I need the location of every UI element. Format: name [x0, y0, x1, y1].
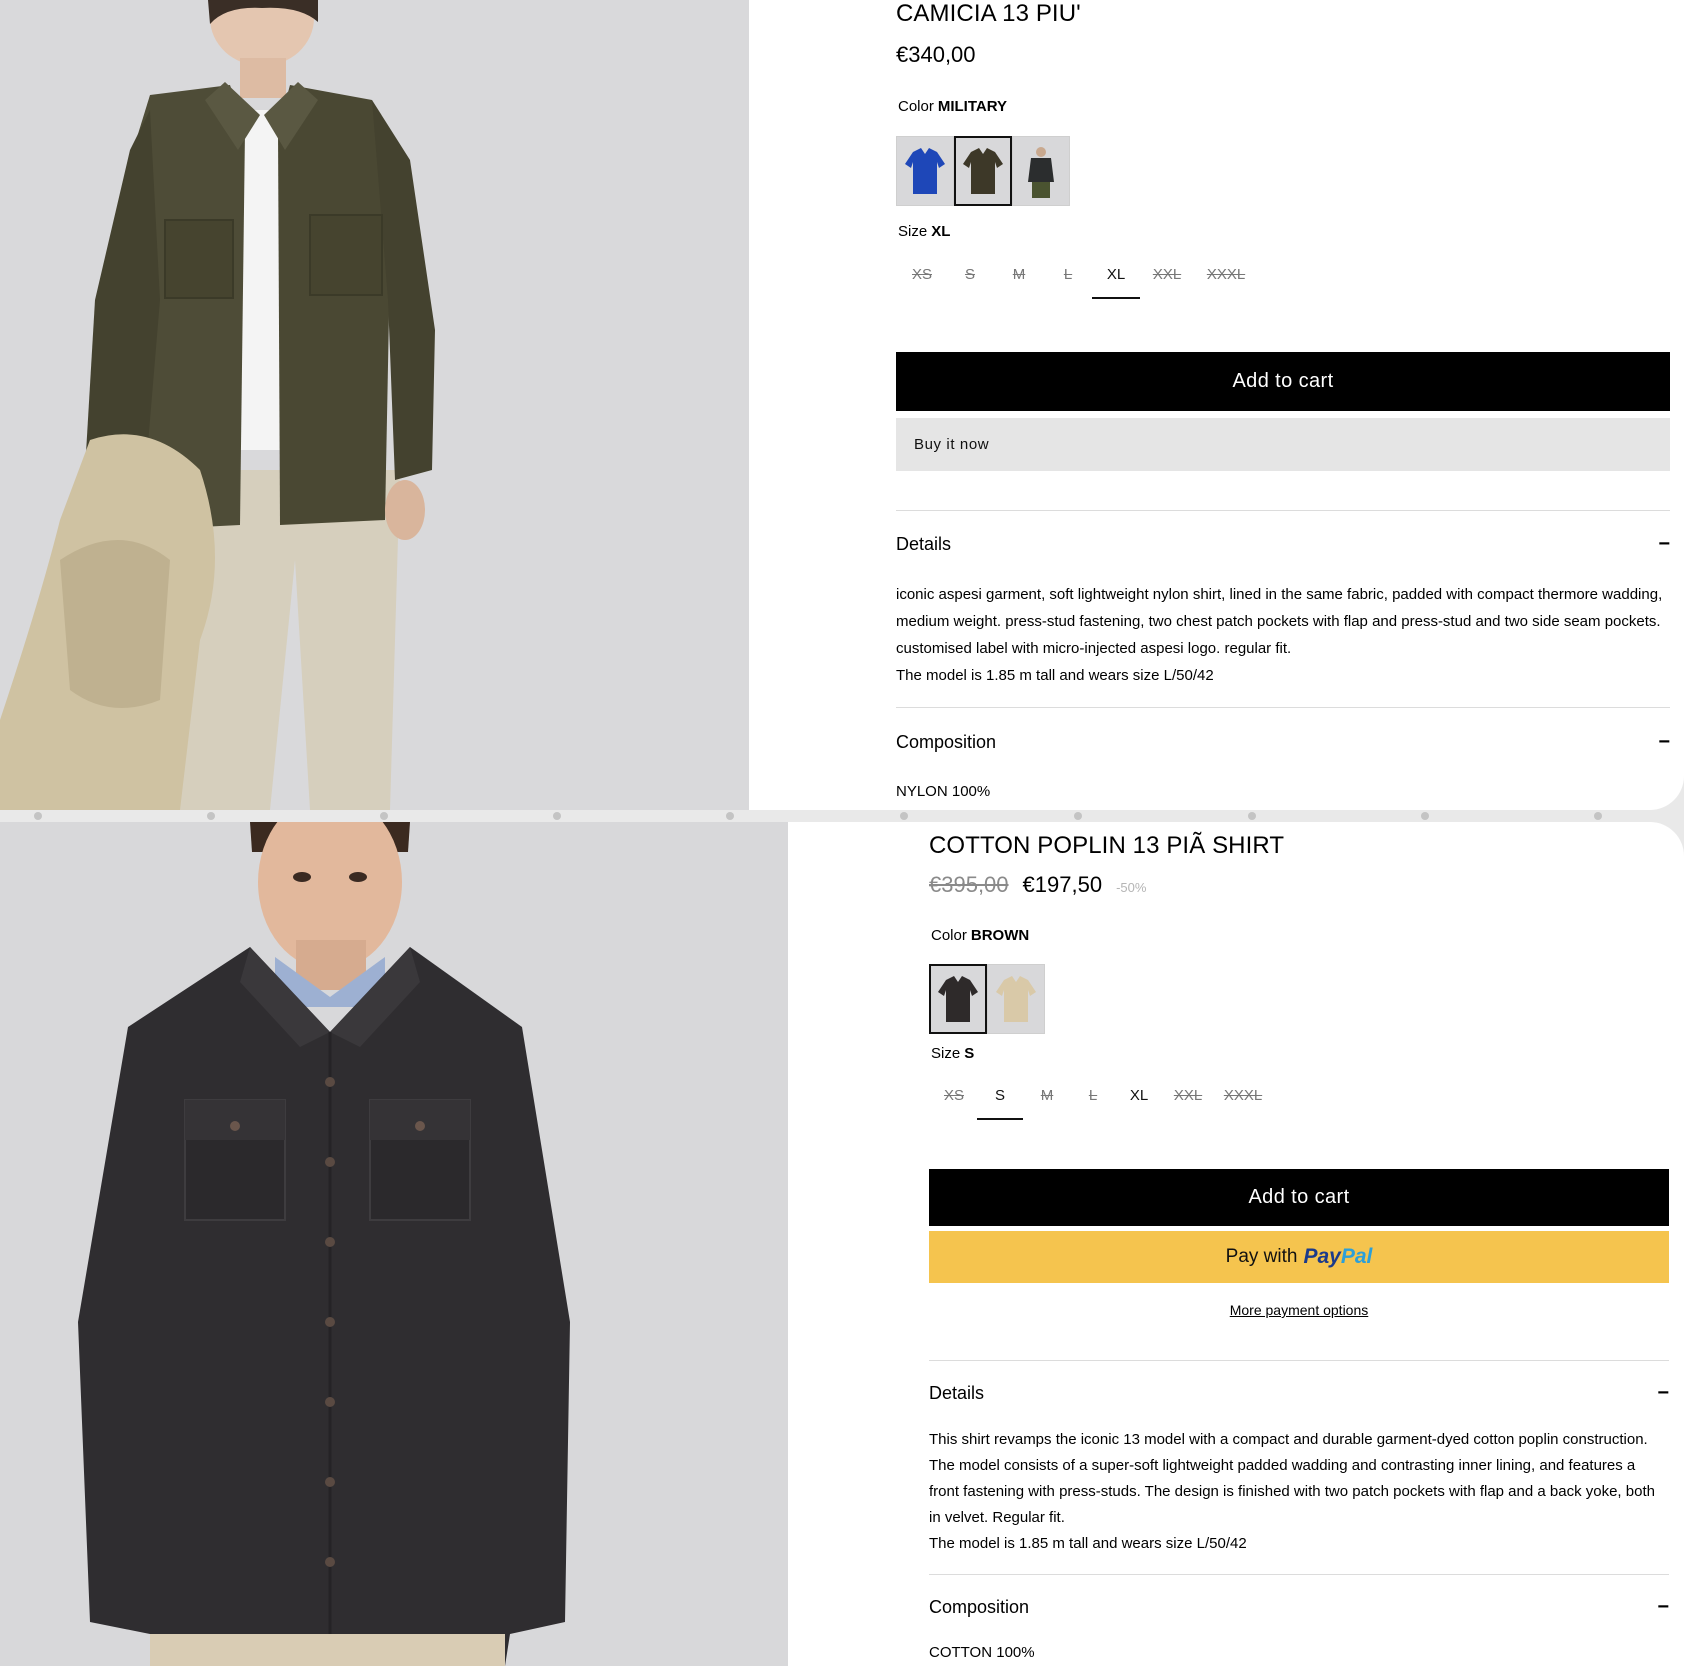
size-option-s[interactable]: S: [977, 1072, 1023, 1120]
more-payment-options-link[interactable]: More payment options: [929, 1302, 1669, 1318]
discount-badge: -50%: [1116, 880, 1147, 895]
carousel-dot[interactable]: [1594, 812, 1602, 820]
composition-accordion-header[interactable]: Composition −: [896, 729, 1670, 755]
details-heading: Details: [929, 1382, 985, 1403]
price-row: €395,00 €197,50 -50%: [929, 872, 1146, 898]
product-title: CAMICIA 13 PIU': [896, 0, 1081, 27]
shirt-thumb-icon: [938, 976, 978, 1022]
divider: [929, 1360, 1669, 1361]
product-price: €340,00: [896, 42, 976, 67]
product-title: COTTON POPLIN 13 PIÃ SHIRT: [929, 832, 1285, 859]
sale-price: €197,50: [1022, 872, 1103, 897]
size-option-xxxl[interactable]: XXXL: [1213, 1072, 1273, 1118]
carousel-dot[interactable]: [207, 812, 215, 820]
carousel-dots: [0, 810, 1684, 822]
composition-text: COTTON 100%: [929, 1644, 1035, 1661]
model-image: [0, 822, 788, 1666]
buy-it-now-button[interactable]: Buy it now: [896, 418, 1670, 471]
swatch-beige[interactable]: [987, 964, 1045, 1034]
product-photo-military-shirt: [0, 0, 749, 810]
size-label-text: Size: [931, 1045, 961, 1062]
size-option-xl[interactable]: XL: [1092, 251, 1140, 299]
size-option-xs[interactable]: XS: [898, 251, 946, 297]
model-thumb-icon: [1028, 147, 1054, 198]
collapse-icon[interactable]: −: [1657, 1383, 1669, 1403]
product-photo-brown-shirt: [0, 822, 788, 1666]
size-option-xs[interactable]: XS: [931, 1072, 977, 1118]
size-label: Size XL: [898, 223, 950, 240]
shirt-thumb-icon: [963, 148, 1003, 194]
size-options: XS S M L XL XXL XXXL: [931, 1072, 1273, 1120]
size-option-xl[interactable]: XL: [1115, 1072, 1163, 1118]
carousel-dot[interactable]: [1248, 812, 1256, 820]
size-option-m[interactable]: M: [994, 251, 1044, 297]
paypal-button[interactable]: Pay with PayPal: [929, 1231, 1669, 1283]
swatch-military[interactable]: [954, 136, 1012, 206]
selected-color: BROWN: [970, 927, 1030, 944]
color-swatches: [896, 136, 1070, 206]
color-label: Color MILITARY: [898, 98, 1007, 115]
carousel-dot[interactable]: [726, 812, 734, 820]
collapse-icon[interactable]: −: [1657, 1597, 1669, 1617]
size-option-l[interactable]: L: [1071, 1072, 1115, 1118]
selected-color: MILITARY: [937, 98, 1008, 115]
size-option-l[interactable]: L: [1044, 251, 1092, 297]
composition-accordion-header[interactable]: Composition −: [929, 1594, 1669, 1620]
selected-size: S: [964, 1045, 975, 1062]
model-info: The model is 1.85 m tall and wears size …: [896, 667, 1214, 684]
composition-text: NYLON 100%: [896, 783, 991, 800]
size-option-m[interactable]: M: [1023, 1072, 1071, 1118]
color-label-text: Color: [931, 927, 967, 944]
size-options: XS S M L XL XXL XXXL: [898, 251, 1258, 299]
size-option-s[interactable]: S: [946, 251, 994, 297]
carousel-dot[interactable]: [1074, 812, 1082, 820]
selected-size: XL: [931, 223, 951, 240]
color-swatches: [929, 964, 1045, 1034]
model-image: [0, 0, 749, 810]
size-option-xxl[interactable]: XXL: [1140, 251, 1194, 297]
product-panel-cotton-poplin: COTTON POPLIN 13 PIÃ SHIRT €395,00 €197,…: [0, 822, 1684, 1666]
details-heading: Details: [896, 533, 952, 554]
size-option-xxl[interactable]: XXL: [1163, 1072, 1213, 1118]
price-row: €340,00: [896, 42, 976, 68]
add-to-cart-button[interactable]: Add to cart: [929, 1169, 1669, 1226]
collapse-icon[interactable]: −: [1658, 732, 1670, 752]
add-to-cart-button[interactable]: Add to cart: [896, 352, 1670, 411]
paypal-logo-icon: PayPal: [1303, 1245, 1373, 1268]
details-text: This shirt revamps the iconic 13 model w…: [929, 1431, 1655, 1526]
composition-body: COTTON 100%: [929, 1640, 1669, 1666]
color-label: Color BROWN: [931, 927, 1029, 944]
size-label: Size S: [931, 1045, 974, 1062]
color-label-text: Color: [898, 98, 934, 115]
swatch-blue[interactable]: [896, 136, 954, 206]
original-price: €395,00: [929, 872, 1009, 897]
shirt-thumb-icon: [905, 148, 945, 194]
details-text: iconic aspesi garment, soft lightweight …: [896, 586, 1663, 657]
composition-body: NYLON 100%: [896, 778, 1670, 805]
carousel-dot[interactable]: [380, 812, 388, 820]
details-accordion-header[interactable]: Details −: [929, 1380, 1669, 1406]
carousel-dot[interactable]: [1421, 812, 1429, 820]
paypal-prefix: Pay with: [1225, 1246, 1298, 1267]
details-accordion-header[interactable]: Details −: [896, 531, 1670, 557]
composition-heading: Composition: [896, 731, 997, 752]
swatch-brown[interactable]: [929, 964, 987, 1034]
model-info: The model is 1.85 m tall and wears size …: [929, 1535, 1247, 1552]
swatch-black[interactable]: [1012, 136, 1070, 206]
collapse-icon[interactable]: −: [1658, 534, 1670, 554]
carousel-dot[interactable]: [553, 812, 561, 820]
composition-heading: Composition: [929, 1596, 1030, 1617]
carousel-dot[interactable]: [34, 812, 42, 820]
details-body: This shirt revamps the iconic 13 model w…: [929, 1427, 1669, 1557]
product-panel-camicia: CAMICIA 13 PIU' €340,00 Color MILITARY Si…: [0, 0, 1684, 810]
shirt-thumb-icon: [996, 976, 1036, 1022]
details-body: iconic aspesi garment, soft lightweight …: [896, 581, 1670, 689]
divider: [929, 1574, 1669, 1575]
divider: [896, 510, 1670, 511]
divider: [896, 707, 1670, 708]
size-label-text: Size: [898, 223, 928, 240]
carousel-dot[interactable]: [900, 812, 908, 820]
size-option-xxxl[interactable]: XXXL: [1194, 251, 1258, 297]
